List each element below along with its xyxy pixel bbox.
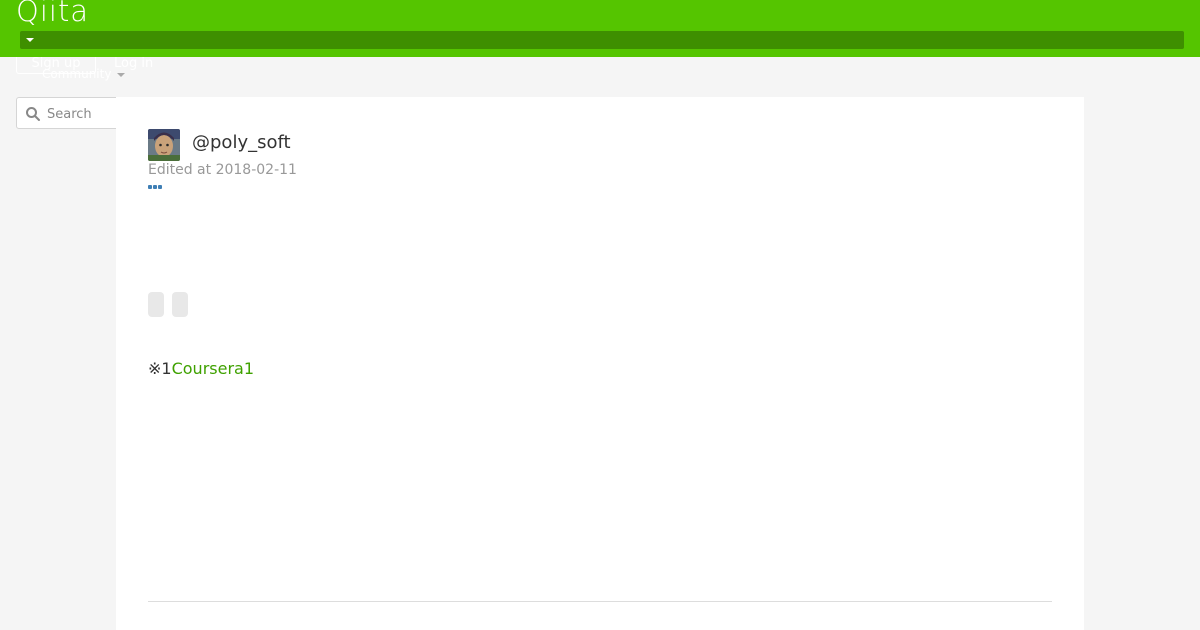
stock-button[interactable] <box>172 292 188 317</box>
like-button[interactable] <box>148 292 164 317</box>
edited-date: Edited at 2018-02-11 <box>148 162 297 178</box>
login-link-label: Log in <box>114 57 154 71</box>
article-card: @poly_soft Edited at 2018-02-11 ※1Course… <box>116 97 1084 630</box>
community-menu[interactable]: Community <box>42 67 111 81</box>
coursera-link[interactable]: Coursera1 <box>172 359 254 378</box>
qiita-logo[interactable]: Qiita <box>16 0 89 28</box>
chevron-down-icon[interactable] <box>117 73 125 77</box>
search-icon <box>26 107 40 121</box>
site-header: Qiita <box>0 0 1200 57</box>
avatar-image <box>148 129 180 161</box>
footnote: ※1Coursera1 <box>148 359 254 378</box>
chevron-down-icon[interactable] <box>26 38 34 42</box>
author-name[interactable]: @poly_soft <box>192 132 291 153</box>
more-dots-icon[interactable] <box>148 185 162 191</box>
avatar[interactable] <box>148 129 180 161</box>
divider <box>148 601 1052 602</box>
login-link[interactable]: Log in <box>114 57 153 74</box>
footnote-prefix: ※1 <box>148 359 172 378</box>
global-nav-bar[interactable] <box>20 31 1184 49</box>
